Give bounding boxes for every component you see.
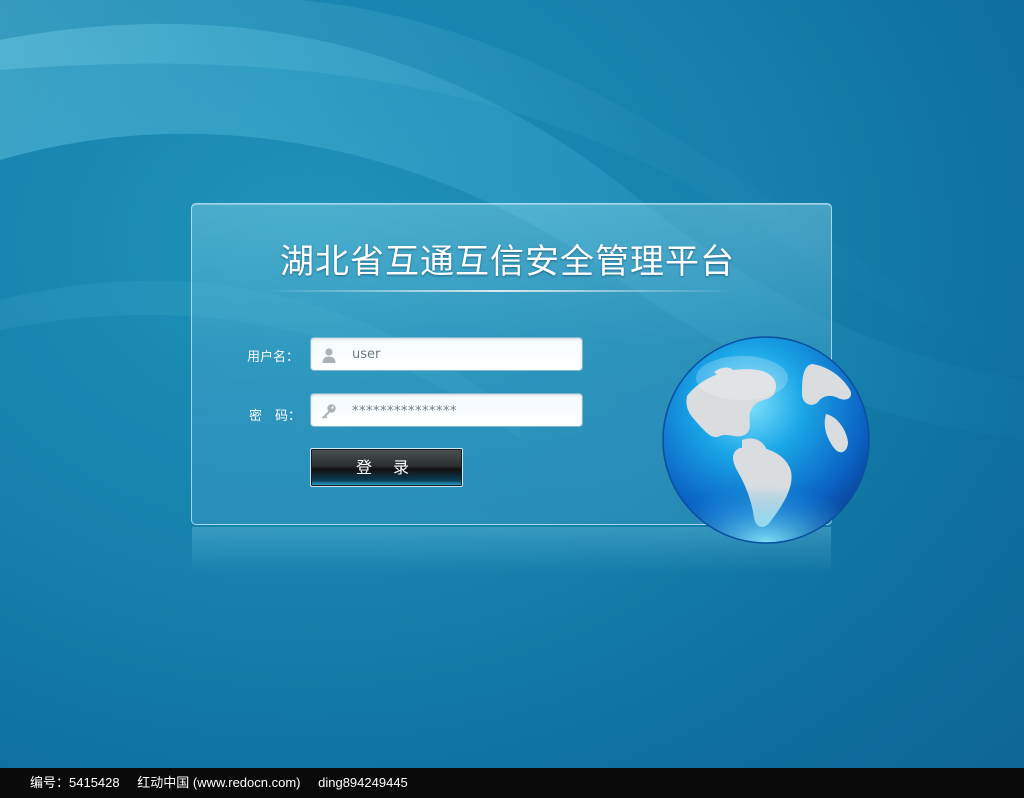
footer-bar: 编号：5415428 红动中国 (www.redocn.com) ding894… bbox=[0, 768, 1024, 798]
login-button[interactable]: 登 录 bbox=[310, 448, 463, 487]
username-field[interactable]: user bbox=[310, 337, 583, 371]
footer-id: 编号：5415428 bbox=[30, 775, 120, 790]
password-label: 密 码： bbox=[249, 409, 302, 424]
footer-author: ding894249445 bbox=[318, 775, 408, 790]
password-field[interactable]: *************** bbox=[310, 393, 583, 427]
footer-site: 红动中国 (www.redocn.com) bbox=[137, 775, 301, 790]
username-value: user bbox=[352, 347, 381, 362]
user-icon bbox=[322, 348, 336, 363]
username-label: 用户名： bbox=[247, 350, 300, 365]
title-divider bbox=[262, 290, 737, 292]
globe-icon bbox=[662, 336, 870, 544]
page-title: 湖北省互通互信安全管理平台 bbox=[280, 242, 735, 282]
password-value: *************** bbox=[352, 404, 457, 419]
key-icon bbox=[322, 404, 336, 419]
